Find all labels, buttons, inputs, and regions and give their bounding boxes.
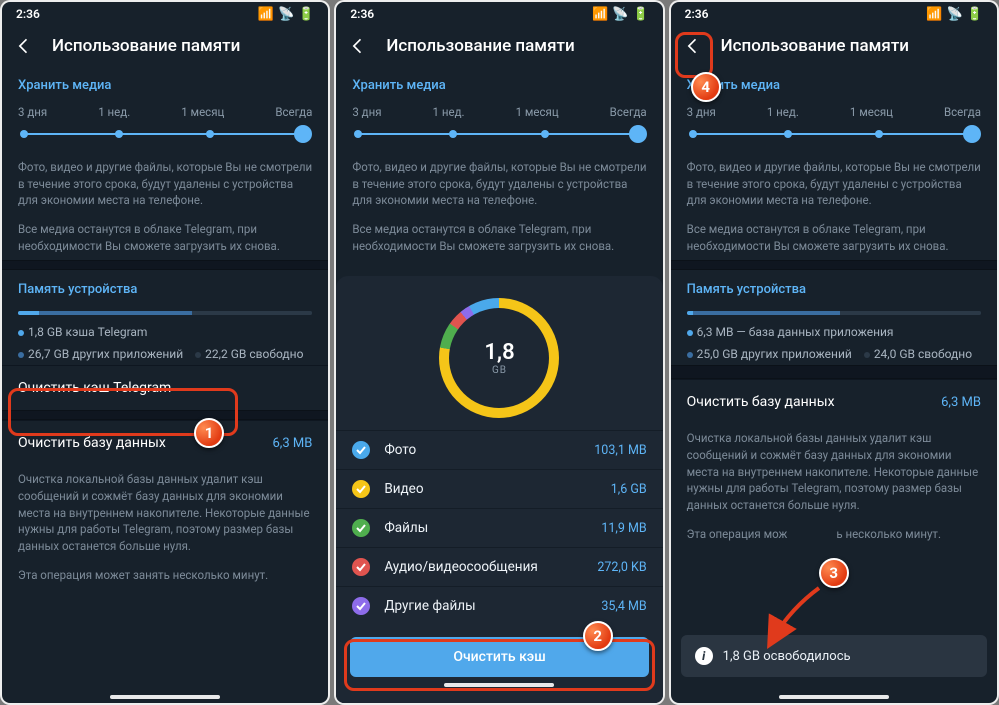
cat-audio[interactable]: Аудио/видеосообщения 272,0 KB (336, 547, 662, 586)
divider (671, 260, 997, 270)
app-header: Использование памяти (336, 26, 662, 66)
battery-icon: 🔋 (967, 7, 983, 22)
page-title: Использование памяти (721, 36, 909, 56)
screen-1: 2:36 📶 📡 🔋 Использование памяти Хранить … (2, 2, 328, 703)
divider (2, 410, 328, 420)
info-icon: i (695, 647, 713, 665)
cat-video[interactable]: Видео 1,6 GB (336, 469, 662, 508)
page-title: Использование памяти (52, 36, 240, 56)
phone-frame-1: 2:36 📶 📡 🔋 Использование памяти Хранить … (0, 0, 330, 705)
signal-icon: 📶 (926, 7, 942, 22)
status-time: 2:36 (350, 7, 374, 21)
cache-sheet: 1,8 GB Фото 103,1 MB Видео 1,6 GB Файлы … (336, 276, 662, 703)
cat-files[interactable]: Файлы 11,9 MB (336, 508, 662, 547)
media-slider[interactable] (352, 127, 646, 141)
home-indicator[interactable] (779, 695, 889, 699)
battery-icon: 🔋 (298, 7, 314, 22)
clear-db-row[interactable]: Очистить базу данных 6,3 MB (2, 420, 328, 465)
toast-freed: i 1,8 GB освободилось (681, 635, 987, 677)
back-icon[interactable] (683, 36, 703, 56)
phone-frame-3: 2:36 📶 📡 🔋 Использование памяти Хранить … (669, 0, 999, 705)
db-desc2: Эта операция может занять несколько мину… (2, 561, 328, 590)
hint-2: Все медиа останутся в облаке Telegram, п… (671, 215, 997, 260)
checkbox-icon[interactable] (352, 480, 370, 498)
section-storage: Память устройства (671, 270, 997, 301)
status-icons: 📶 📡 🔋 (592, 7, 649, 22)
wifi-icon: 📡 (278, 7, 294, 22)
phone-frame-2: 2:36 📶 📡 🔋 Использование памяти Хранить … (334, 0, 664, 705)
wifi-icon: 📡 (947, 7, 963, 22)
app-header: Использование памяти (671, 26, 997, 66)
status-icons: 📶 📡 🔋 (926, 7, 983, 22)
annotation-badge-2: 2 (583, 621, 613, 651)
storage-legend-2: 25,0 GB других приложений 24,0 GB свобод… (671, 343, 997, 365)
hint-1: Фото, видео и другие файлы, которые Вы н… (671, 153, 997, 215)
battery-icon: 🔋 (632, 7, 648, 22)
annotation-badge-4: 4 (691, 72, 721, 102)
hint-2: Все медиа останутся в облаке Telegram, п… (2, 215, 328, 260)
cat-other[interactable]: Другие файлы 35,4 MB (336, 586, 662, 625)
db-desc: Очистка локальной базы данных удалит кэш… (671, 424, 997, 519)
db-desc2: Эта операция мож XXXXXX ь несколько мину… (671, 520, 997, 549)
hint-1: Фото, видео и другие файлы, которые Вы н… (2, 153, 328, 215)
slider-labels: 3 дня 1 нед. 1 месяц Всегда (336, 97, 662, 123)
status-bar: 2:36 📶 📡 🔋 (336, 2, 662, 26)
section-media: Хранить медиа (2, 66, 328, 97)
status-time: 2:36 (685, 7, 709, 21)
slider-labels: 3 дня 1 нед. 1 месяц Всегда (671, 97, 997, 123)
storage-bar (18, 311, 312, 315)
donut-chart: 1,8 GB (439, 298, 559, 418)
page-title: Использование памяти (386, 36, 574, 56)
hint-1: Фото, видео и другие файлы, которые Вы н… (336, 153, 662, 215)
wifi-icon: 📡 (612, 7, 628, 22)
status-time: 2:36 (16, 7, 40, 21)
clear-cache-row[interactable]: Очистить кэш Telegram (2, 365, 328, 410)
media-slider[interactable] (687, 127, 981, 141)
checkbox-icon[interactable] (352, 558, 370, 576)
signal-icon: 📶 (258, 7, 274, 22)
slider-labels: 3 дня 1 нед. 1 месяц Всегда (2, 97, 328, 123)
checkbox-icon[interactable] (352, 441, 370, 459)
signal-icon: 📶 (592, 7, 608, 22)
status-bar: 2:36 📶 📡 🔋 (671, 2, 997, 26)
media-slider[interactable] (18, 127, 312, 141)
checkbox-icon[interactable] (352, 519, 370, 537)
hint-2: Все медиа останутся в облаке Telegram, п… (336, 215, 662, 260)
clear-db-row[interactable]: Очистить базу данных 6,3 MB (671, 379, 997, 424)
section-media: Хранить медиа (336, 66, 662, 97)
screen-3: 2:36 📶 📡 🔋 Использование памяти Хранить … (671, 2, 997, 703)
app-header: Использование памяти (2, 26, 328, 66)
back-icon[interactable] (14, 36, 34, 56)
status-bar: 2:36 📶 📡 🔋 (2, 2, 328, 26)
storage-legend: 1,8 GB кэша Telegram (2, 321, 328, 343)
db-desc: Очистка локальной базы данных удалит кэш… (2, 465, 328, 560)
divider (2, 260, 328, 270)
annotation-badge-1: 1 (194, 418, 224, 448)
section-storage: Память устройства (2, 270, 328, 301)
annotation-badge-3: 3 (819, 558, 849, 588)
divider (671, 365, 997, 379)
screen-2: 2:36 📶 📡 🔋 Использование памяти Хранить … (336, 2, 662, 703)
cat-photo[interactable]: Фото 103,1 MB (336, 430, 662, 469)
back-icon[interactable] (348, 36, 368, 56)
home-indicator[interactable] (444, 683, 554, 687)
storage-bar (687, 311, 981, 315)
storage-legend-2: 26,7 GB других приложений 22,2 GB свобод… (2, 343, 328, 365)
home-indicator[interactable] (110, 695, 220, 699)
checkbox-icon[interactable] (352, 597, 370, 615)
storage-legend: 6,3 MB — база данных приложения (671, 321, 997, 343)
status-icons: 📶 📡 🔋 (258, 7, 315, 22)
